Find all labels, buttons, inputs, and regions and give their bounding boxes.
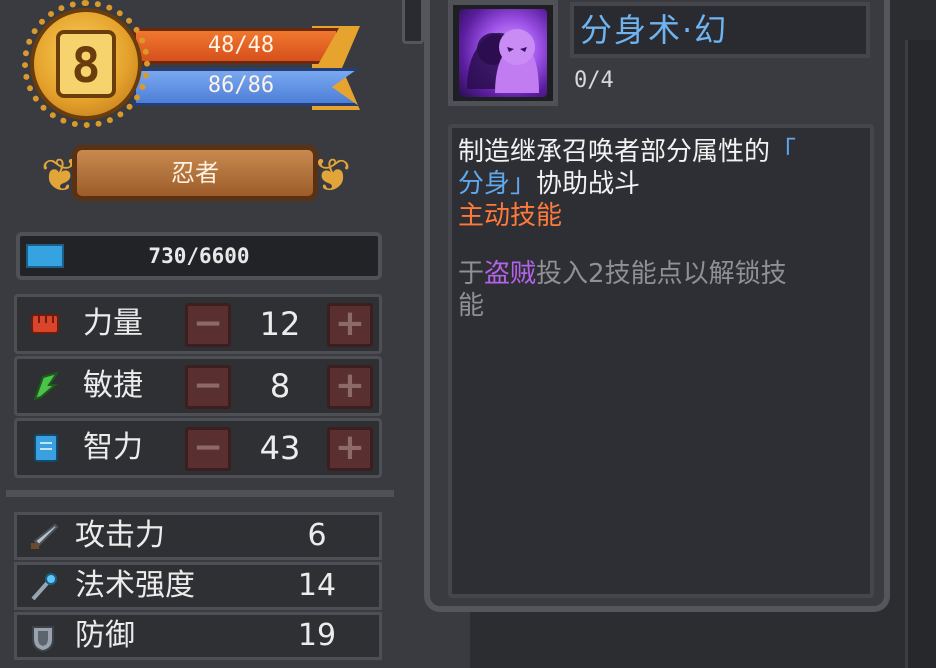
stat-value: 8 [269, 367, 291, 405]
decrease-agility-button[interactable]: − [185, 365, 231, 409]
skill-level: 0/4 [574, 68, 614, 93]
description-text: 制造继承召唤者部分属性的 [458, 137, 771, 167]
hp-bar: 48/48 [133, 28, 339, 64]
shield-icon [32, 626, 54, 653]
panel-tab[interactable] [402, 0, 424, 44]
wand-icon [31, 573, 57, 601]
stat-label: 敏捷 [83, 368, 143, 403]
skill-detail-panel: 分身术·幻 0/4 制造继承召唤者部分属性的「 分身」协助战斗 主动技能 于盗贼… [424, 0, 890, 612]
level-plate: 8 [56, 30, 116, 98]
fist-icon [31, 314, 59, 334]
class-plaque: 忍者 [72, 145, 318, 201]
quote-open: 「 [770, 137, 797, 167]
skill-icon-frame[interactable] [448, 0, 558, 106]
attribute-value: 14 [297, 568, 337, 603]
unlock-text: 投入2技能点以解锁技 [536, 259, 787, 289]
class-requirement: 盗贼 [484, 259, 537, 289]
attribute-value: 19 [297, 618, 337, 653]
clone-term: 分身 [458, 169, 511, 199]
unlock-requirement: 于盗贼投入2技能点以解锁技 [458, 258, 787, 290]
laurel-right-icon: ❦ [312, 148, 352, 202]
book-icon [34, 434, 58, 462]
experience-bar: 730/6600 [16, 232, 382, 280]
attribute-row-defense: 防御 19 [14, 612, 382, 660]
stat-row-strength: 力量 − 12 + [14, 294, 382, 354]
decrease-intelligence-button[interactable]: − [185, 427, 231, 471]
stat-value: 12 [259, 305, 301, 343]
description-line: 制造继承召唤者部分属性的「 [458, 136, 796, 168]
increase-strength-button[interactable]: + [327, 303, 373, 347]
skill-name-box: 分身术·幻 [570, 2, 870, 58]
stat-row-intelligence: 智力 − 43 + [14, 418, 382, 478]
attribute-label: 法术强度 [75, 568, 195, 603]
stat-label: 智力 [83, 430, 143, 465]
attribute-row-attack: 攻击力 6 [14, 512, 382, 560]
attribute-value: 6 [307, 518, 327, 553]
experience-text: 730/6600 [148, 244, 250, 268]
unlock-requirement-wrap: 能 [458, 291, 485, 321]
level-badge: 8 [22, 0, 150, 128]
skill-description-box: 制造继承召唤者部分属性的「 分身」协助战斗 主动技能 于盗贼投入2技能点以解锁技… [448, 124, 874, 598]
mp-text: 86/86 [207, 73, 275, 98]
stat-value: 43 [259, 429, 301, 467]
description-line: 分身」协助战斗 [458, 168, 640, 200]
increase-agility-button[interactable]: + [327, 365, 373, 409]
mp-bar: 86/86 [133, 68, 359, 106]
attribute-label: 防御 [75, 618, 135, 653]
section-divider [6, 490, 394, 497]
description-text: 协助战斗 [536, 169, 641, 199]
unlock-text: 于 [458, 259, 485, 289]
decrease-strength-button[interactable]: − [185, 303, 231, 347]
hp-text: 48/48 [207, 33, 275, 58]
attribute-row-spell-power: 法术强度 14 [14, 562, 382, 610]
stat-label: 力量 [83, 306, 143, 341]
stat-row-agility: 敏捷 − 8 + [14, 356, 382, 416]
right-edge-panel [905, 40, 936, 668]
skill-name: 分身术·幻 [580, 11, 729, 49]
quote-close: 」 [510, 169, 537, 199]
sword-icon [31, 523, 59, 549]
class-name: 忍者 [171, 159, 219, 187]
skill-type: 主动技能 [458, 201, 563, 231]
level-number: 8 [71, 38, 101, 94]
increase-intelligence-button[interactable]: + [327, 427, 373, 471]
attribute-label: 攻击力 [75, 518, 165, 553]
feather-icon [33, 371, 60, 401]
shadow-clone-icon [459, 9, 547, 97]
